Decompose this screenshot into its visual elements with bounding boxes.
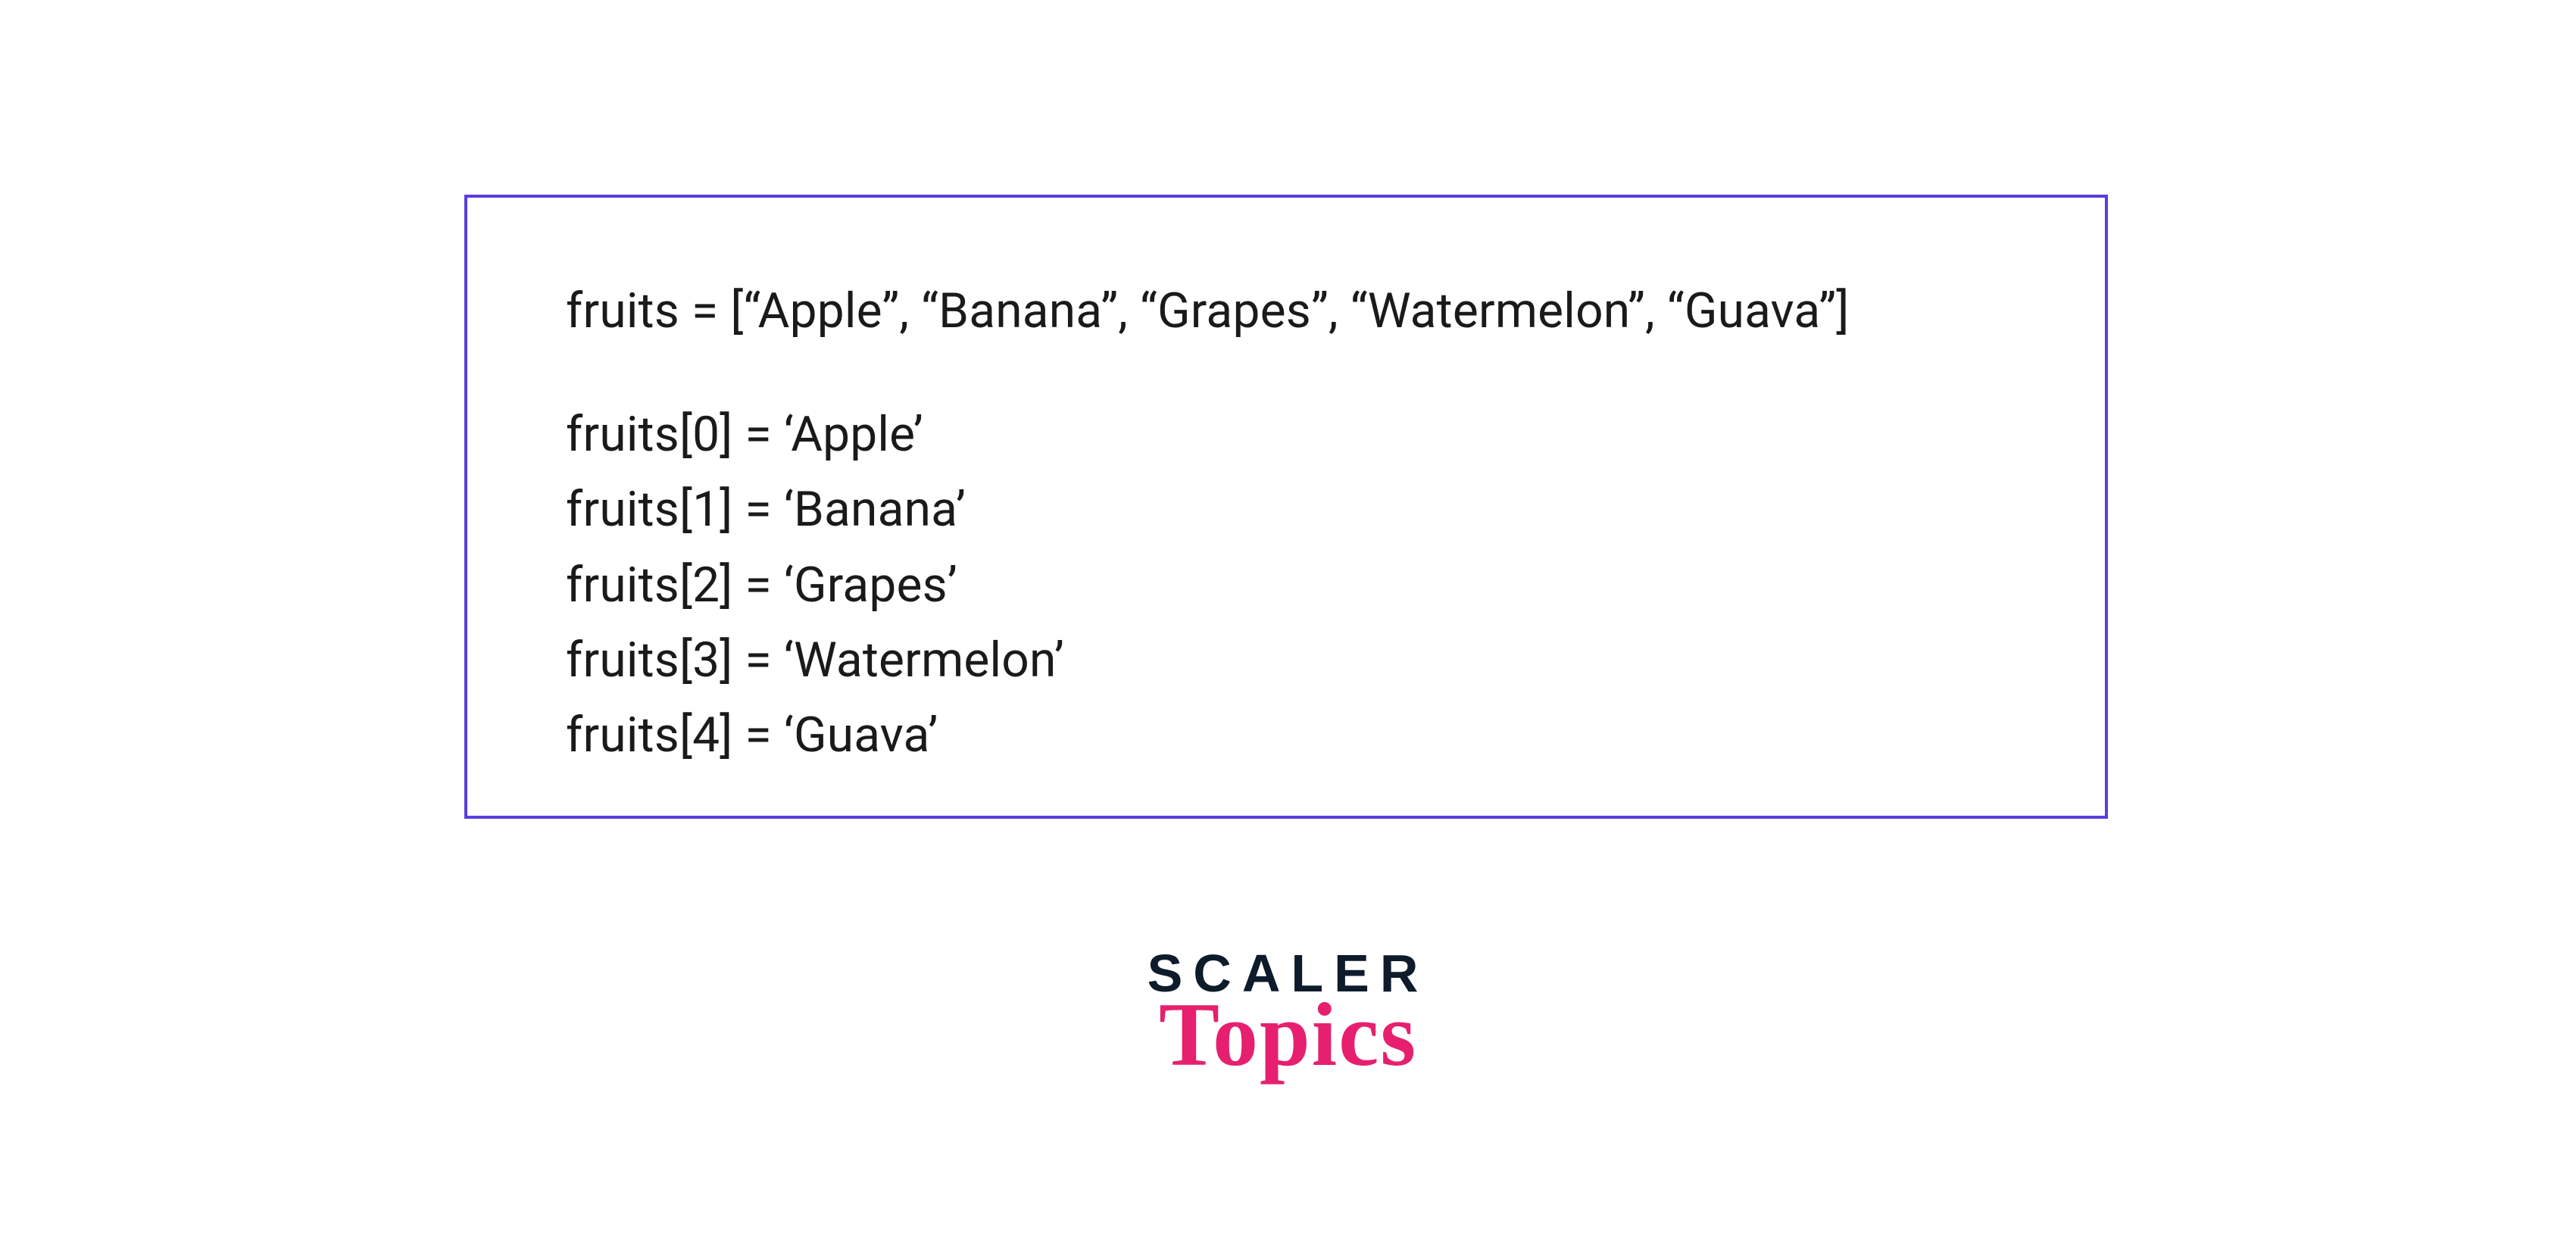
scaler-topics-logo: SCALER Topics: [1147, 947, 1429, 1076]
code-index-line: fruits[1] = ‘Banana’: [566, 472, 2006, 547]
blank-line: [566, 348, 2006, 397]
code-index-line: fruits[0] = ‘Apple’: [566, 397, 2006, 472]
code-box: fruits = [“Apple”, “Banana”, “Grapes”, “…: [464, 195, 2108, 819]
code-index-line: fruits[2] = ‘Grapes’: [566, 548, 2006, 623]
code-index-line: fruits[3] = ‘Watermelon’: [566, 623, 2006, 698]
code-index-line: fruits[4] = ‘Guava’: [566, 698, 2006, 773]
logo-topics-text: Topics: [1147, 994, 1429, 1076]
document-canvas: fruits = [“Apple”, “Banana”, “Grapes”, “…: [0, 0, 2576, 1252]
code-declaration-line: fruits = [“Apple”, “Banana”, “Grapes”, “…: [566, 273, 2006, 348]
